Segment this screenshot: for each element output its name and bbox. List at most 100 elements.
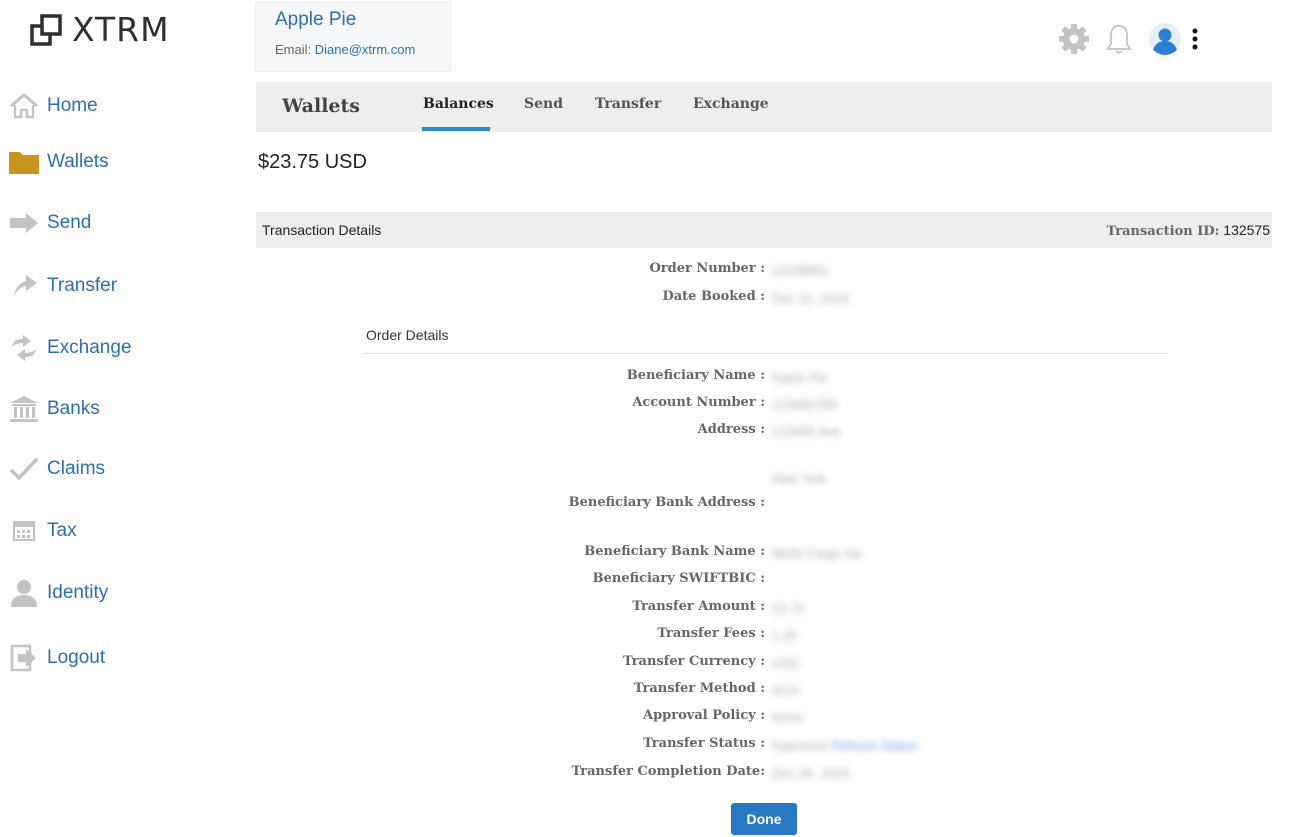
beneficiary-name-value: Apple Pie: [772, 370, 828, 385]
detail-row-transfer-status: Transfer Status : Approved Refresh Status: [500, 736, 1200, 758]
sidebar-item-label: Tax: [47, 520, 77, 541]
detail-row-transfer-currency: Transfer Currency : USD: [500, 654, 1200, 676]
bank-icon: [8, 393, 40, 425]
more-vertical-icon[interactable]: [1192, 28, 1198, 50]
folder-icon: [8, 146, 40, 178]
transaction-id-label: Transaction ID:: [1106, 224, 1220, 239]
detail-row-transfer-method: Transfer Method : ACH: [500, 681, 1200, 703]
sidebar-item-label: Banks: [47, 398, 100, 419]
sidebar-item-claims[interactable]: Claims: [8, 449, 105, 489]
brand-name: XTRM: [72, 10, 170, 49]
sidebar-item-transfer[interactable]: Transfer: [8, 266, 117, 306]
transfer-method-value: ACH: [772, 683, 800, 698]
detail-row-order-number: Order Number : 11038861: [500, 261, 1200, 283]
tab-send[interactable]: Send: [524, 96, 563, 112]
tab-transfer[interactable]: Transfer: [595, 96, 661, 112]
transfer-status-text: Approved: [772, 738, 828, 753]
sidebar-item-label: Claims: [47, 458, 106, 479]
transfer-amount-value: 23.75: [772, 601, 805, 616]
sidebar-item-label: Home: [47, 95, 98, 116]
sidebar-item-label: Transfer: [47, 275, 118, 296]
user-name: Apple Pie: [275, 9, 357, 30]
sidebar-item-tax[interactable]: Tax: [8, 511, 77, 551]
sidebar-item-send[interactable]: Send: [8, 203, 91, 243]
sidebar-item-label: Send: [47, 212, 92, 233]
arrow-right-icon: [8, 207, 40, 239]
detail-row-bank-name: Beneficiary Bank Name : Wells Fargo Na: [500, 544, 1200, 566]
completion-date-value: Dec 26, 2023: [772, 766, 850, 781]
address-line1-value: 123456 Ave: [772, 424, 841, 439]
avatar-icon[interactable]: [1148, 22, 1182, 56]
exchange-icon: [8, 332, 40, 364]
gear-icon[interactable]: [1058, 23, 1090, 55]
detail-row-date-booked: Date Booked : Dec 21, 2023: [500, 289, 1200, 311]
sidebar-item-wallets[interactable]: Wallets: [8, 142, 109, 182]
sidebar-item-identity[interactable]: Identity: [8, 573, 108, 613]
xtrm-logo-icon: [30, 13, 62, 46]
sidebar-item-label: Logout: [47, 647, 106, 668]
account-number-value: 123456789: [772, 397, 838, 412]
wallet-balance: $23.75 USD: [258, 151, 367, 173]
transfer-currency-label: Transfer Currency :: [622, 654, 765, 669]
sidebar-item-label: Exchange: [47, 337, 132, 358]
completion-date-label: Transfer Completion Date:: [571, 764, 765, 779]
transaction-id: Transaction ID: 132575: [1107, 222, 1270, 239]
transfer-fees-value: 1.25: [772, 628, 798, 643]
sidebar-item-label: Wallets: [47, 151, 109, 172]
person-icon: [8, 577, 40, 609]
tab-exchange[interactable]: Exchange: [693, 96, 769, 112]
divider: [363, 353, 1168, 354]
transaction-details-header: Transaction Details Transaction ID: 1325…: [256, 212, 1272, 248]
bank-address-label: Beneficiary Bank Address :: [568, 495, 765, 510]
sidebar-item-exchange[interactable]: Exchange: [8, 328, 132, 368]
transaction-id-value: 132575: [1223, 222, 1270, 238]
transfer-arrow-icon: [8, 270, 40, 302]
transfer-currency-value: USD: [772, 656, 800, 671]
approval-policy-value: None: [772, 710, 804, 725]
bell-icon[interactable]: [1106, 23, 1132, 55]
tab-balances[interactable]: Balances: [423, 96, 494, 112]
date-booked-value: Dec 21, 2023: [772, 291, 850, 306]
refresh-status-link[interactable]: Refresh Status: [832, 738, 918, 753]
bank-name-label: Beneficiary Bank Name :: [584, 544, 765, 559]
detail-row-swiftbic: Beneficiary SWIFTBIC :: [500, 571, 1200, 593]
calculator-icon: [8, 515, 40, 547]
transaction-details-title: Transaction Details: [262, 222, 382, 238]
bank-name-value: Wells Fargo Na: [772, 546, 862, 561]
email-label: Email:: [275, 42, 315, 57]
user-email-row: Email: Diane@xtrm.com: [275, 42, 415, 57]
done-button[interactable]: Done: [731, 803, 797, 835]
detail-row-transfer-amount: Transfer Amount : 23.75: [500, 599, 1200, 621]
order-number-label: Order Number :: [649, 261, 765, 276]
transfer-fees-label: Transfer Fees :: [657, 626, 765, 641]
transfer-amount-label: Transfer Amount :: [632, 599, 765, 614]
detail-row-approval-policy: Approval Policy : None: [500, 708, 1200, 730]
address-line2-value: New York: [772, 471, 827, 486]
detail-row-completion-date: Transfer Completion Date: Dec 26, 2023: [500, 764, 1200, 786]
user-email[interactable]: Diane@xtrm.com: [315, 42, 416, 57]
wallet-tabbar: Wallets Balances Send Transfer Exchange: [256, 82, 1272, 132]
transfer-status-label: Transfer Status :: [643, 736, 765, 751]
order-details-title: Order Details: [366, 327, 449, 343]
active-tab-indicator: [422, 127, 490, 131]
detail-row-beneficiary-name: Beneficiary Name : Apple Pie: [500, 368, 1200, 390]
user-card[interactable]: Apple Pie Email: Diane@xtrm.com: [255, 2, 451, 72]
sidebar-item-home[interactable]: Home: [8, 86, 98, 126]
logout-icon: [8, 642, 40, 674]
detail-row-address: Address : 123456 Ave: [500, 422, 1200, 444]
order-number-value: 11038861: [772, 263, 829, 278]
detail-row-account-number: Account Number : 123456789: [500, 395, 1200, 417]
transfer-status-value: Approved Refresh Status: [772, 738, 918, 753]
brand-logo[interactable]: XTRM: [28, 10, 170, 49]
sidebar-item-banks[interactable]: Banks: [8, 389, 100, 429]
address-label: Address :: [697, 422, 765, 437]
sidebar-item-label: Identity: [47, 582, 109, 603]
sidebar-item-logout[interactable]: Logout: [8, 638, 105, 678]
section-title: Wallets: [282, 95, 360, 117]
beneficiary-name-label: Beneficiary Name :: [626, 368, 765, 383]
home-icon: [8, 90, 40, 122]
detail-row-address-line2: New York: [500, 469, 1200, 491]
detail-row-transfer-fees: Transfer Fees : 1.25: [500, 626, 1200, 648]
swiftbic-label: Beneficiary SWIFTBIC :: [592, 571, 765, 586]
header-actions: [1042, 22, 1198, 56]
